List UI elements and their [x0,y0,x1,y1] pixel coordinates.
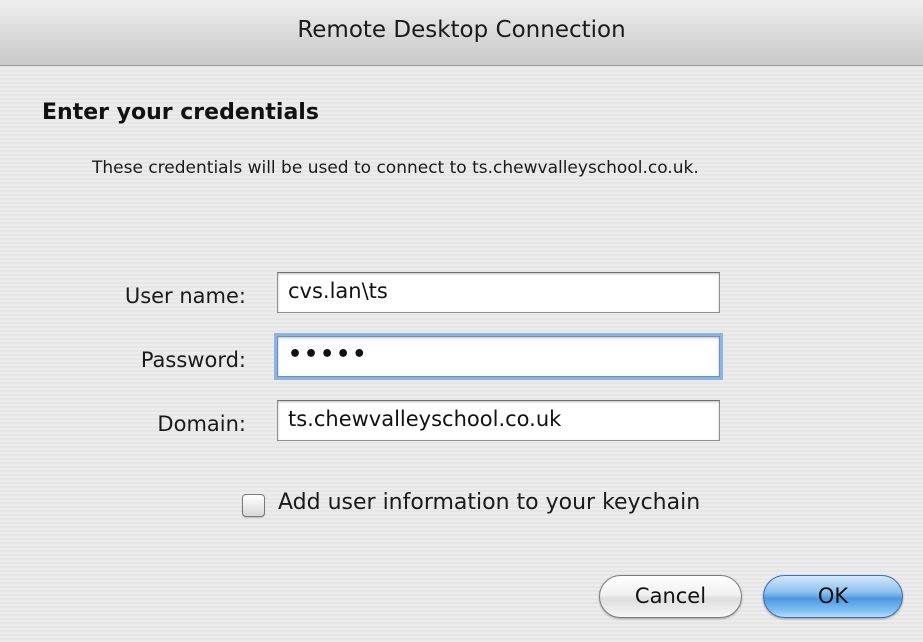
window-title: Remote Desktop Connection [297,17,626,43]
password-field[interactable]: ••••• [277,336,720,377]
cancel-button[interactable]: Cancel [599,575,742,618]
dialog-heading: Enter your credentials [42,100,319,125]
dialog-window: Remote Desktop Connection Enter your cre… [0,0,923,642]
dialog-subtitle: These credentials will be used to connec… [92,158,699,178]
password-mask: ••••• [288,342,369,367]
ok-button[interactable]: OK [763,575,903,618]
domain-field[interactable]: ts.chewvalleyschool.co.uk [277,400,720,441]
title-bar[interactable]: Remote Desktop Connection [0,0,923,66]
username-field[interactable]: cvs.lan\ts [277,272,720,313]
keychain-checkbox-label[interactable]: Add user information to your keychain [278,490,700,515]
password-label: Password: [140,348,246,372]
domain-label: Domain: [157,412,246,436]
keychain-checkbox[interactable] [242,494,265,517]
username-label: User name: [124,284,246,308]
